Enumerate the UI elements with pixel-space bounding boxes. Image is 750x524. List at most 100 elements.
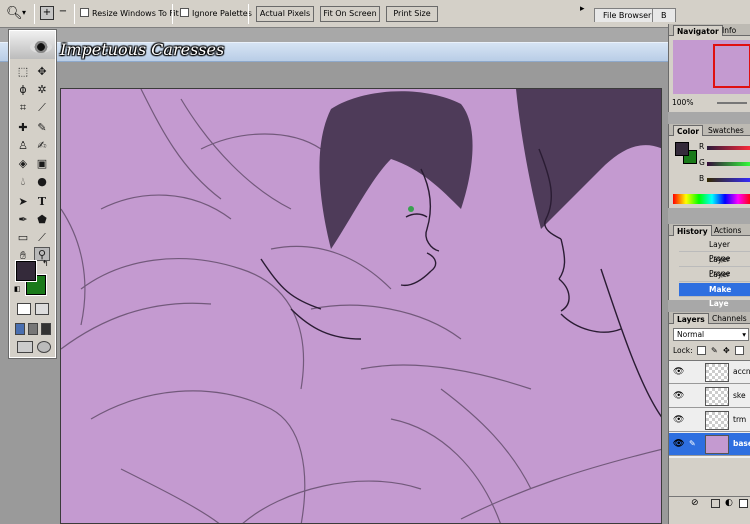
navigator-preview[interactable]	[673, 40, 750, 94]
tab-actions[interactable]: Actions	[711, 225, 744, 236]
red-label: R	[699, 142, 705, 151]
green-track[interactable]	[707, 162, 750, 166]
eye-icon[interactable]: 👁︎	[673, 391, 684, 401]
navigator-view-box[interactable]	[713, 44, 750, 88]
brush-icon[interactable]: ✎	[34, 121, 50, 135]
divider	[248, 4, 249, 24]
chevron-right-icon[interactable]: ▸	[580, 4, 585, 14]
layer-mask-icon[interactable]	[711, 499, 720, 508]
layer-name: accnt	[733, 367, 750, 376]
layer-row[interactable]: 👁︎ accnt	[669, 361, 750, 384]
lock-label: Lock:	[673, 346, 693, 355]
actual-pixels-button[interactable]: Actual Pixels	[256, 6, 314, 22]
brushes-tab[interactable]: B	[652, 8, 676, 22]
color-fg-swatch[interactable]	[675, 142, 689, 156]
tab-channels[interactable]: Channels	[709, 313, 750, 324]
gradient-icon[interactable]: ▣	[34, 157, 50, 171]
crop-icon[interactable]: ⌗	[15, 101, 31, 115]
green-slider[interactable]: G	[699, 158, 750, 170]
clone-stamp-icon[interactable]: ♙	[15, 139, 31, 153]
move-icon[interactable]: ✥	[34, 65, 50, 79]
lock-all-icon[interactable]	[735, 346, 744, 355]
options-bar: 🔍︎ ▾ + − Resize Windows To Fit Ignore Pa…	[0, 0, 750, 28]
tab-navigator[interactable]: Navigator	[673, 25, 723, 36]
type-icon[interactable]: T	[34, 195, 50, 209]
layer-row[interactable]: 👁︎ trm	[669, 409, 750, 432]
tab-info[interactable]: Info	[719, 25, 739, 36]
eye-icon[interactable]: 👁︎	[673, 415, 684, 425]
screen-mode-standard-icon[interactable]	[15, 323, 25, 335]
tab-history[interactable]: History	[673, 225, 712, 236]
eyedropper-icon[interactable]: ⟋	[34, 231, 50, 245]
red-slider[interactable]: R	[699, 142, 750, 154]
default-colors-icon[interactable]: ◧	[14, 285, 21, 293]
history-item-current[interactable]: Make Laye	[679, 283, 750, 308]
slice-icon[interactable]: ⟋	[34, 101, 50, 115]
print-size-button[interactable]: Print Size	[386, 6, 438, 22]
pen-icon[interactable]: ✒	[15, 213, 31, 227]
blue-slider[interactable]: B	[699, 174, 750, 186]
resize-windows-checkbox[interactable]: Resize Windows To Fit	[80, 7, 179, 21]
tab-swatches[interactable]: Swatches	[705, 125, 747, 136]
checkbox-box[interactable]	[180, 8, 189, 17]
history-item[interactable]: Layer Prope	[679, 268, 750, 293]
path-selection-icon[interactable]: ➤	[15, 195, 31, 209]
resize-windows-label: Resize Windows To Fit	[92, 9, 179, 18]
image-canvas[interactable]	[60, 88, 662, 524]
lock-transparency-icon[interactable]	[697, 346, 706, 355]
ignore-palettes-checkbox[interactable]: Ignore Palettes	[180, 7, 252, 21]
swap-colors-icon[interactable]: ↰	[42, 259, 49, 268]
lock-position-icon[interactable]: ✥	[723, 346, 730, 355]
blue-track[interactable]	[707, 178, 750, 182]
new-layer-icon[interactable]	[739, 499, 748, 508]
toolbox-panel[interactable]: ⬚ ✥ ϕ ✲ ⌗ ⟋ ✚ ✎ ♙ ✍ ◈ ▣ 💧︎ ● ➤ T ✒ ⬟ ▭ ⟋…	[8, 29, 57, 359]
fit-on-screen-button[interactable]: Fit On Screen	[320, 6, 380, 22]
navigator-zoom-value[interactable]: 100%	[672, 98, 693, 107]
shape-icon[interactable]: ⬟	[34, 213, 50, 227]
red-track[interactable]	[707, 146, 750, 150]
lock-image-icon[interactable]: ✎	[711, 346, 718, 355]
divider	[34, 4, 35, 24]
zoom-out-icon[interactable]: −	[56, 6, 70, 20]
jump-to-imageready-icon[interactable]	[17, 341, 33, 353]
eye-icon[interactable]: 👁︎	[673, 439, 684, 449]
screen-mode-full-icon[interactable]	[41, 323, 51, 335]
tab-color[interactable]: Color	[673, 125, 704, 136]
divider	[74, 4, 75, 24]
standard-mode-icon[interactable]	[17, 303, 31, 315]
healing-brush-icon[interactable]: ✚	[15, 121, 31, 135]
history-brush-icon[interactable]: ✍	[34, 139, 50, 153]
eye-icon[interactable]: 👁︎	[673, 367, 684, 377]
screen-mode-full-menu-icon[interactable]	[28, 323, 38, 335]
photoshop-eye-icon[interactable]	[30, 41, 52, 53]
file-browser-tab[interactable]: File Browser	[594, 8, 661, 22]
magic-wand-icon[interactable]: ✲	[34, 83, 50, 97]
notes-icon[interactable]: ▭	[15, 231, 31, 245]
history-item[interactable]: Layer Prope	[679, 238, 750, 263]
foreground-color-swatch[interactable]	[15, 260, 37, 282]
layer-row[interactable]: 👁︎ ske	[669, 385, 750, 408]
layer-row-active[interactable]: 👁︎ ✎ base	[669, 433, 750, 456]
layers-panel: Layers Channels Normal ▾ Lock: ✎ ✥ 👁︎ ac…	[668, 312, 750, 524]
chevron-down-icon[interactable]: ▾	[22, 8, 26, 17]
checkbox-box[interactable]	[80, 8, 89, 17]
tab-layers[interactable]: Layers	[673, 313, 709, 324]
dodge-icon[interactable]: ●	[34, 175, 50, 189]
navigator-zoom-slider[interactable]	[717, 102, 747, 104]
zoom-in-icon[interactable]: +	[40, 6, 54, 20]
magnifier-icon[interactable]: 🔍︎	[6, 6, 23, 21]
adjustment-layer-icon[interactable]: ◐	[725, 498, 733, 508]
history-item[interactable]: Layer Prope	[679, 253, 750, 278]
toolbox-header[interactable]	[10, 31, 55, 59]
color-spectrum[interactable]	[673, 194, 750, 204]
blend-mode-select[interactable]: Normal ▾	[673, 328, 749, 341]
quick-mask-icon[interactable]	[35, 303, 49, 315]
imageready-icon[interactable]	[37, 341, 51, 353]
lasso-icon[interactable]: ϕ	[15, 83, 31, 97]
blur-icon[interactable]: 💧︎	[15, 175, 31, 189]
navigator-tabs: Navigator Info	[669, 24, 750, 36]
layer-style-icon[interactable]: ⊘	[691, 498, 699, 508]
marquee-icon[interactable]: ⬚	[15, 65, 31, 79]
layer-name: base	[733, 439, 750, 448]
eraser-icon[interactable]: ◈	[15, 157, 31, 171]
